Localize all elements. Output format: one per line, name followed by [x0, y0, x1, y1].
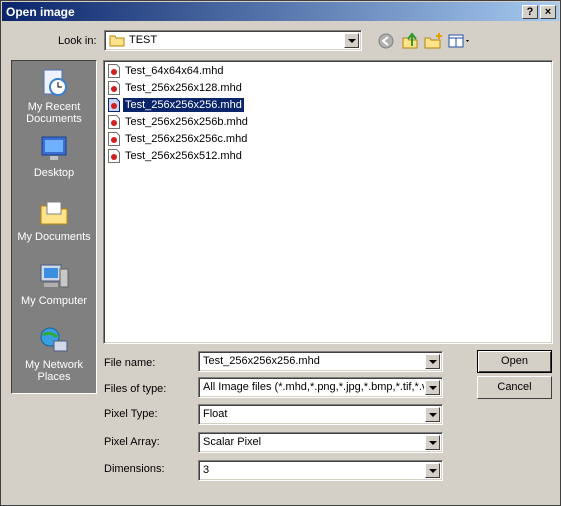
desktop-icon — [41, 136, 67, 160]
dimensions-select[interactable]: 3 — [198, 460, 443, 481]
place-recent-documents[interactable]: My Recent Documents — [12, 67, 96, 125]
file-name: Test_64x64x64.mhd — [125, 65, 224, 77]
mhd-file-icon — [108, 149, 120, 163]
file-name: Test_256x256x256c.mhd — [125, 133, 248, 145]
pixel-type-label: Pixel Type: — [104, 408, 158, 420]
up-folder-icon[interactable] — [401, 32, 419, 50]
places-bar: My Recent Documents Desktop My Documents — [11, 60, 97, 394]
place-my-computer[interactable]: My Computer — [12, 261, 96, 307]
cancel-button[interactable]: Cancel — [477, 376, 552, 399]
mhd-file-icon — [108, 132, 120, 146]
dimensions-value: 3 — [203, 464, 210, 476]
dimensions-label: Dimensions: — [104, 463, 165, 475]
my-computer-icon — [40, 264, 69, 288]
place-label: Desktop — [33, 167, 75, 179]
network-places-icon — [40, 327, 68, 352]
files-of-type-label: Files of type: — [104, 383, 167, 395]
place-network-places[interactable]: My Network Places — [12, 325, 96, 383]
title-bar[interactable]: Open image ? × — [2, 2, 559, 21]
files-of-type-select[interactable]: All Image files (*.mhd,*.png,*.jpg,*.bmp… — [198, 377, 443, 398]
close-button[interactable]: × — [540, 5, 556, 19]
window-title: Open image — [6, 5, 75, 19]
pixel-array-select[interactable]: Scalar Pixel — [198, 432, 443, 453]
view-menu-icon[interactable] — [448, 32, 472, 50]
pixel-type-select[interactable]: Float — [198, 404, 443, 425]
my-documents-icon — [40, 201, 68, 225]
file-name-dropdown-button[interactable] — [425, 354, 440, 369]
folder-icon — [109, 35, 125, 47]
new-folder-icon[interactable] — [424, 32, 444, 50]
pixel-array-label: Pixel Array: — [104, 436, 160, 448]
mhd-file-icon — [108, 64, 120, 78]
place-label: My Recent Documents — [26, 101, 82, 125]
help-button[interactable]: ? — [522, 5, 538, 19]
open-image-dialog: Open image ? × Look in: TEST My Recent D… — [0, 0, 561, 506]
file-name: Test_256x256x512.mhd — [125, 150, 242, 162]
recent-documents-icon — [43, 69, 67, 96]
look-in-dropdown-button[interactable] — [344, 33, 359, 48]
mhd-file-icon — [108, 98, 120, 112]
file-name: Test_256x256x256.mhd — [122, 97, 245, 113]
place-label: My Network Places — [24, 359, 84, 383]
mhd-file-icon — [108, 81, 120, 95]
back-icon[interactable] — [377, 32, 395, 50]
file-name: Test_256x256x128.mhd — [125, 82, 242, 94]
look-in-combo[interactable]: TEST — [104, 30, 362, 51]
file-name-combo[interactable]: Test_256x256x256.mhd — [198, 351, 443, 372]
look-in-label: Look in: — [58, 35, 97, 47]
files-of-type-dropdown-button[interactable] — [425, 380, 440, 395]
pixel-array-value: Scalar Pixel — [203, 436, 262, 448]
file-name-label: File name: — [104, 357, 156, 369]
mhd-file-icon — [108, 115, 120, 129]
files-of-type-value: All Image files (*.mhd,*.png,*.jpg,*.bmp… — [203, 381, 424, 393]
file-name-value: Test_256x256x256.mhd — [203, 355, 320, 367]
place-my-documents[interactable]: My Documents — [12, 197, 96, 243]
dimensions-dropdown-button[interactable] — [425, 463, 440, 478]
open-button[interactable]: Open — [477, 350, 552, 373]
place-desktop[interactable]: Desktop — [12, 133, 96, 179]
file-name: Test_256x256x256b.mhd — [125, 116, 248, 128]
place-label: My Documents — [17, 231, 91, 243]
file-list[interactable]: Test_64x64x64.mhd Test_256x256x128.mhd T… — [103, 60, 553, 344]
look-in-value: TEST — [129, 34, 158, 46]
place-label: My Computer — [20, 295, 88, 307]
pixel-type-value: Float — [203, 408, 228, 420]
pixel-array-dropdown-button[interactable] — [425, 435, 440, 450]
pixel-type-dropdown-button[interactable] — [425, 407, 440, 422]
